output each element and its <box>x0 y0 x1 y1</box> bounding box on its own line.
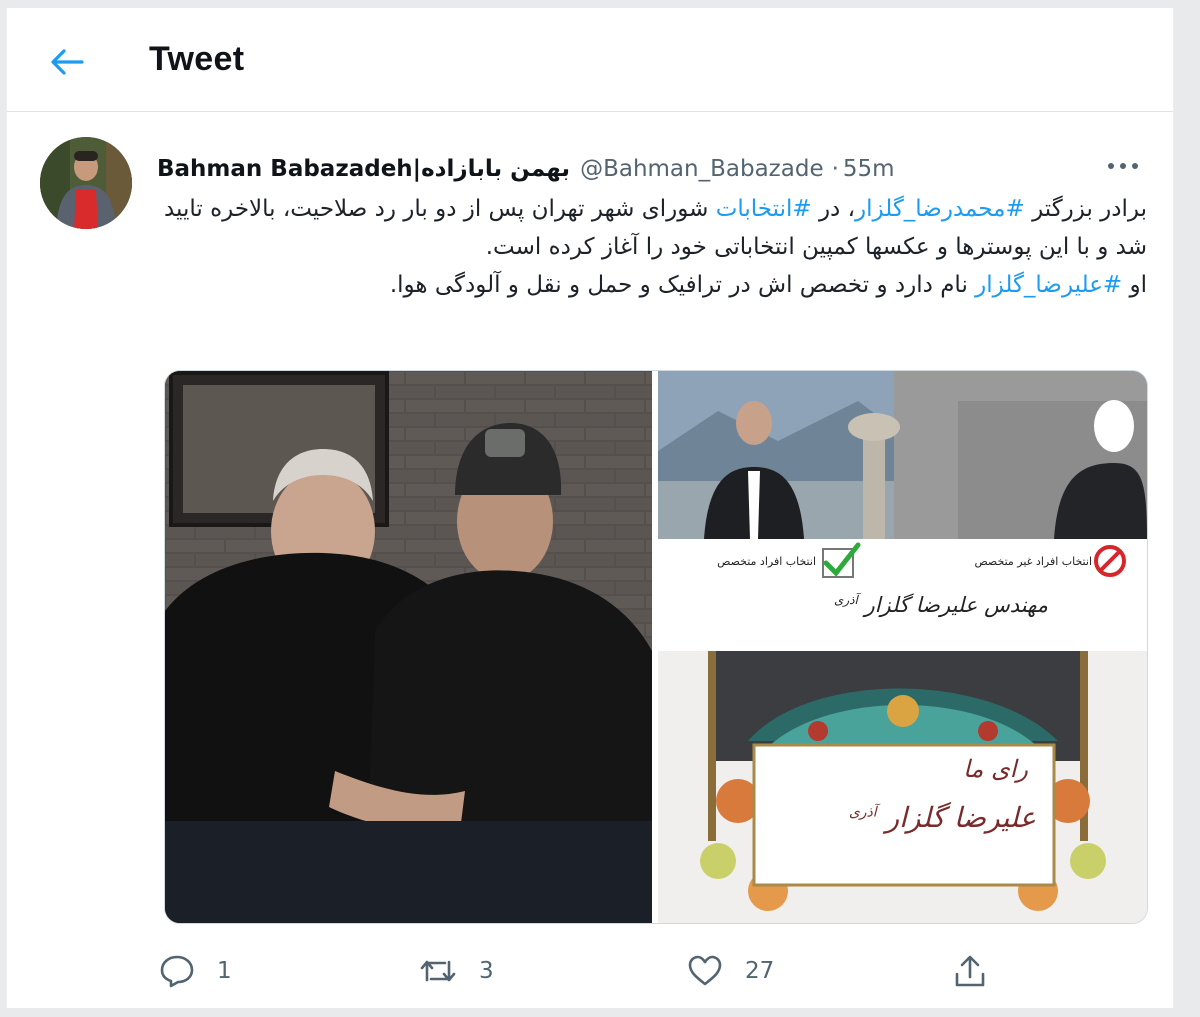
page-header: Tweet <box>7 8 1173 112</box>
tweet-page: Tweet Bahman Babazadeh|بهمن بابازاده @Ba… <box>6 8 1174 1008</box>
poster-label-non-specialist: انتخاب افراد غیر متخصص <box>974 555 1092 568</box>
tweet-author-line: Bahman Babazadeh|بهمن بابازاده @Bahman_B… <box>157 154 957 184</box>
reply-button[interactable]: 1 <box>159 946 232 996</box>
retweet-icon <box>420 960 456 982</box>
tweet-timestamp[interactable]: 55m <box>843 156 895 182</box>
hashtag-link[interactable]: #محمدرضا_گلزار <box>855 196 1025 222</box>
tweet-media: انتخاب افراد متخصص انتخاب افراد غیر متخص… <box>164 370 1148 924</box>
hashtag-link[interactable]: #انتخابات <box>716 196 812 222</box>
tweet-text: برادر بزرگتر #محمدرضا_گلزار، در #انتخابا… <box>157 190 1147 304</box>
text-segment: برادر بزرگتر <box>1024 196 1147 222</box>
hashtag-link[interactable]: #علیرضا_گلزار <box>975 272 1122 298</box>
media-photo-3[interactable]: رای ما علیرضا گلزار آذری <box>658 651 1147 923</box>
retweet-button[interactable]: 3 <box>419 946 494 996</box>
poster-bottom-name: علیرضا گلزار آذری <box>766 801 1036 834</box>
media-photo-1[interactable] <box>165 371 652 923</box>
photo-two-men <box>165 371 652 923</box>
share-button[interactable] <box>953 946 987 996</box>
text-segment: او <box>1122 272 1147 298</box>
heart-icon <box>688 955 722 986</box>
poster-name-text: مهندس علیرضا گلزار <box>864 593 1048 617</box>
poster-label-specialist: انتخاب افراد متخصص <box>717 555 816 568</box>
avatar[interactable] <box>40 137 132 229</box>
poster-heading: رای ما <box>963 755 1028 783</box>
more-options-button[interactable] <box>1103 148 1143 184</box>
more-horizontal-icon <box>1108 163 1138 169</box>
author-handle[interactable]: @Bahman_Babazade <box>580 156 824 182</box>
reply-icon <box>160 955 194 988</box>
retweet-count: 3 <box>479 958 494 984</box>
share-icon <box>955 955 985 987</box>
poster-bottom-name-text: علیرضا گلزار <box>885 801 1036 834</box>
poster-bottom-name-small: آذری <box>848 804 877 821</box>
page-title: Tweet <box>149 40 245 78</box>
like-count: 27 <box>745 958 775 984</box>
separator-dot: · <box>831 156 839 182</box>
back-button[interactable] <box>45 40 89 84</box>
like-button[interactable]: 27 <box>687 946 774 996</box>
poster-candidate-name: مهندس علیرضا گلزار آذری <box>828 593 1048 617</box>
campaign-poster-bottom <box>658 651 1147 923</box>
poster-name-small: آذری <box>834 593 858 607</box>
tweet-actions: 1 3 27 <box>157 946 1147 996</box>
text-segment: ، در <box>811 196 856 222</box>
media-photo-2[interactable]: انتخاب افراد متخصص انتخاب افراد غیر متخص… <box>658 371 1147 645</box>
avatar-image <box>40 137 132 229</box>
arrow-left-icon <box>51 49 84 75</box>
tweet-paragraph-1: برادر بزرگتر #محمدرضا_گلزار، در #انتخابا… <box>157 190 1147 266</box>
author-name[interactable]: Bahman Babazadeh|بهمن بابازاده <box>157 156 570 182</box>
tweet-paragraph-2: او #علیرضا_گلزار نام دارد و تخصص اش در ت… <box>157 266 1147 304</box>
text-segment: نام دارد و تخصص اش در ترافیک و حمل و نقل… <box>389 272 976 298</box>
reply-count: 1 <box>217 958 232 984</box>
